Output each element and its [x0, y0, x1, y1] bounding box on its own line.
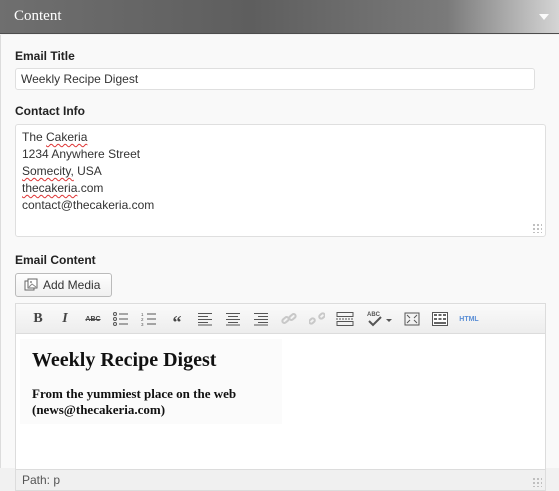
content-line: From the yummiest place on the web — [32, 386, 237, 401]
svg-text:ABC: ABC — [367, 312, 381, 318]
element-path: Path: p — [22, 473, 61, 487]
content-block: Weekly Recipe Digest From the yummiest p… — [20, 339, 282, 424]
email-title-label: Email Title — [15, 49, 75, 63]
content-panel-header[interactable]: Content — [0, 0, 559, 34]
collapse-arrow-icon[interactable] — [539, 14, 549, 20]
html-icon[interactable]: HTML — [456, 310, 482, 328]
resize-grip-icon[interactable] — [532, 477, 542, 487]
align-right-icon[interactable] — [251, 310, 271, 328]
unlink-icon[interactable] — [307, 310, 327, 328]
email-content-editor: B I ABC 123 “ ABC HTML Weekly Recipe Dig… — [15, 303, 546, 491]
media-icon — [24, 278, 38, 291]
blockquote-icon[interactable]: “ — [167, 310, 187, 332]
add-media-label: Add Media — [43, 278, 101, 292]
contact-line: thecakeria.com — [22, 181, 104, 195]
italic-icon[interactable]: I — [55, 310, 75, 328]
add-media-button[interactable]: Add Media — [15, 273, 112, 297]
spellcheck-icon[interactable]: ABC — [365, 310, 395, 328]
bullet-list-icon[interactable] — [111, 310, 131, 328]
contact-line: contact@thecakeria.com — [22, 198, 155, 212]
contact-line: The Cakeria — [22, 130, 88, 144]
strikethrough-icon[interactable]: ABC — [83, 310, 103, 328]
fullscreen-icon[interactable] — [402, 310, 422, 328]
svg-text:3: 3 — [141, 322, 144, 326]
resize-grip-icon[interactable] — [532, 223, 542, 233]
contact-line: Somecity, USA — [22, 164, 102, 178]
align-left-icon[interactable] — [195, 310, 215, 328]
editor-toolbar: B I ABC 123 “ ABC HTML — [16, 304, 545, 334]
contact-info-label: Contact Info — [15, 104, 85, 118]
editor-content-area[interactable]: Weekly Recipe Digest From the yummiest p… — [16, 335, 545, 469]
read-more-icon[interactable] — [335, 310, 355, 328]
content-heading: Weekly Recipe Digest — [32, 349, 217, 371]
email-content-label: Email Content — [15, 253, 96, 267]
content-panel-body: Email Title Weekly Recipe Digest Contact… — [0, 35, 559, 491]
bold-icon[interactable]: B — [28, 310, 48, 328]
email-title-input[interactable]: Weekly Recipe Digest — [15, 68, 535, 90]
editor-status-bar: Path: p — [16, 469, 545, 490]
align-center-icon[interactable] — [223, 310, 243, 328]
content-line: (news@thecakeria.com) — [32, 402, 166, 417]
contact-line: 1234 Anywhere Street — [22, 147, 141, 161]
panel-title: Content — [14, 8, 62, 24]
numbered-list-icon[interactable]: 123 — [139, 310, 159, 328]
contact-info-textarea[interactable]: The Cakeria 1234 Anywhere Street Somecit… — [15, 124, 546, 237]
insert-link-icon[interactable] — [279, 310, 299, 328]
kitchen-sink-icon[interactable] — [430, 310, 450, 328]
